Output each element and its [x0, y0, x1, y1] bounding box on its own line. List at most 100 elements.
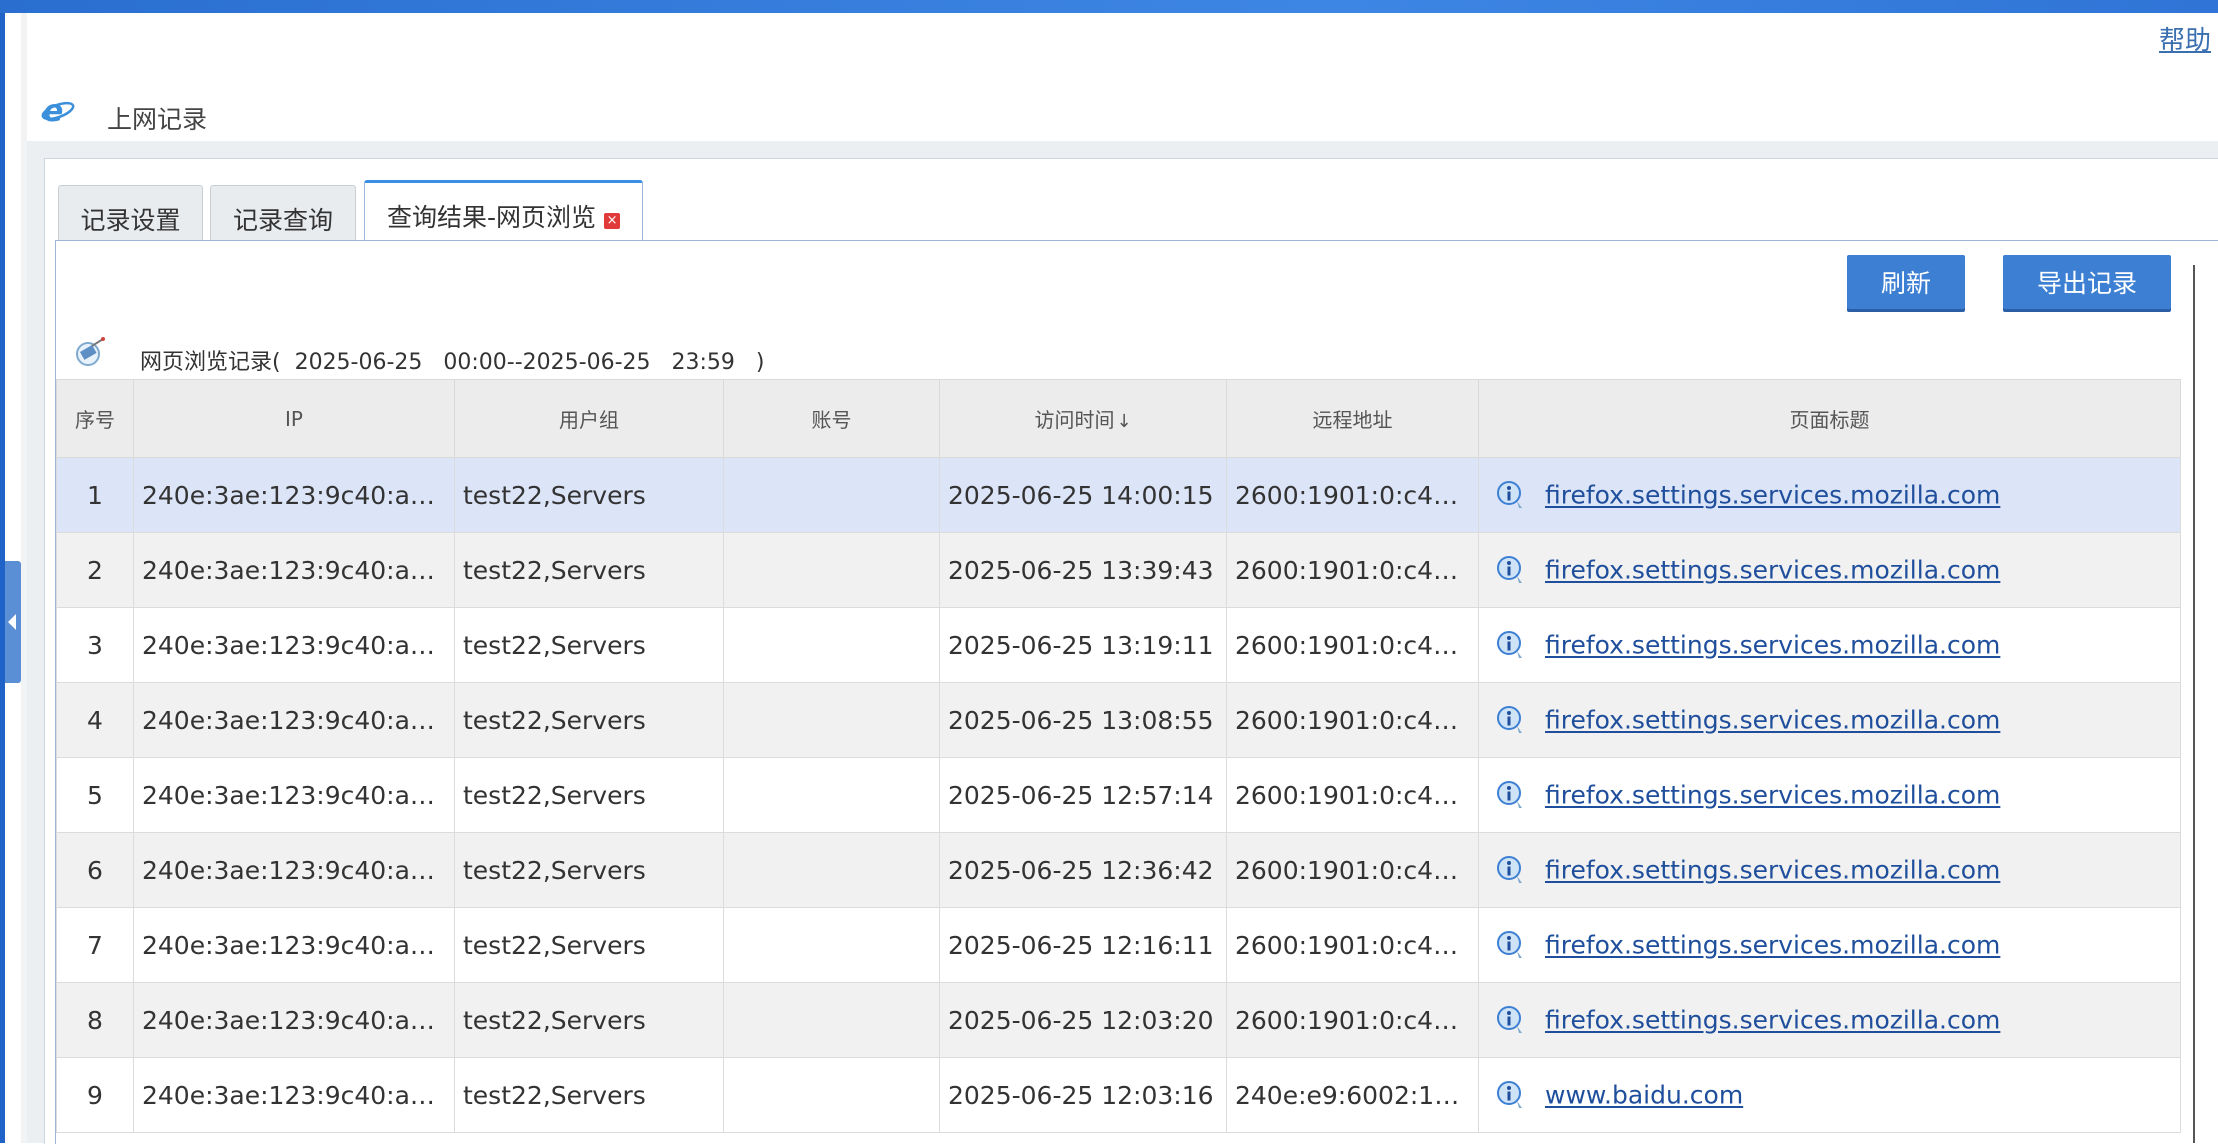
page-title-link[interactable]: firefox.settings.services.mozilla.com — [1545, 631, 2000, 660]
page-title-link[interactable]: firefox.settings.services.mozilla.com — [1545, 856, 2000, 885]
ie-icon: e — [41, 95, 75, 125]
cell-visit-time: 2025-06-25 12:16:11 — [939, 907, 1227, 983]
cell-account — [723, 1057, 940, 1133]
cell-remote-address: 2600:1901:0:c47c::... — [1226, 832, 1479, 908]
records-table: 序号 IP 用户组 账号 访问时间 ↓ 远程地址 页面标题 1 240e:3ae:1… — [56, 379, 2181, 1133]
tab-label: 记录设置 — [80, 206, 181, 235]
tab-query-result-web[interactable]: 查询结果-网页浏览 × — [364, 180, 643, 240]
page-title-link[interactable]: firefox.settings.services.mozilla.com — [1545, 931, 2000, 960]
window-top-bar — [0, 0, 2218, 13]
cell-account — [723, 832, 940, 908]
cell-remote-address: 240e:e9:6002:1ac:0... — [1226, 1057, 1479, 1133]
table-row[interactable]: 7240e:3ae:123:9c40:a04f:921test22,Server… — [56, 907, 2181, 983]
cell-account — [723, 682, 940, 758]
export-records-button[interactable]: 导出记录 — [2003, 255, 2171, 309]
info-icon — [1497, 856, 1522, 883]
cell-remote-address: 2600:1901:0:c47c::... — [1226, 457, 1479, 533]
sort-down-icon: ↓ — [1116, 411, 1132, 432]
table-row[interactable]: 3240e:3ae:123:9c40:a04f:921test22,Server… — [56, 607, 2181, 683]
column-header-visit-time[interactable]: 访问时间 ↓ — [939, 379, 1227, 458]
cell-ip: 240e:3ae:123:9c40:a04f:921 — [133, 1057, 455, 1133]
cell-account — [723, 757, 940, 833]
column-header-account[interactable]: 账号 — [723, 379, 940, 458]
help-link[interactable]: 帮助 — [2159, 20, 2211, 57]
info-icon — [1497, 1006, 1522, 1033]
table-row[interactable]: 8240e:3ae:123:9c40:a04f:921test22,Server… — [56, 982, 2181, 1058]
sidebar-collapse-handle[interactable] — [5, 561, 21, 683]
cell-page-title: firefox.settings.services.mozilla.com — [1478, 682, 2181, 758]
cell-ip: 240e:3ae:123:9c40:a04f:921 — [133, 607, 455, 683]
cell-ip: 240e:3ae:123:9c40:a04f:921 — [133, 457, 455, 533]
cell-ip: 240e:3ae:123:9c40:a04f:921 — [133, 832, 455, 908]
cell-remote-address: 2600:1901:0:c47c::... — [1226, 532, 1479, 608]
table-row[interactable]: 4240e:3ae:123:9c40:a04f:921test22,Server… — [56, 682, 2181, 758]
cell-user-group: test22,Servers — [454, 832, 724, 908]
table-row[interactable]: 5240e:3ae:123:9c40:a04f:921test22,Server… — [56, 757, 2181, 833]
page-title-link[interactable]: firefox.settings.services.mozilla.com — [1545, 1006, 2000, 1035]
cell-index: 4 — [56, 682, 134, 758]
cell-user-group: test22,Servers — [454, 757, 724, 833]
cell-page-title: firefox.settings.services.mozilla.com — [1478, 907, 2181, 983]
page-title-link[interactable]: firefox.settings.services.mozilla.com — [1545, 481, 2000, 510]
column-header-user-group[interactable]: 用户组 — [454, 379, 724, 458]
page-title-link[interactable]: www.baidu.com — [1545, 1081, 1743, 1110]
cell-index: 3 — [56, 607, 134, 683]
page-title-link[interactable]: firefox.settings.services.mozilla.com — [1545, 556, 2000, 585]
cell-remote-address: 2600:1901:0:c47c::... — [1226, 757, 1479, 833]
cell-account — [723, 457, 940, 533]
cell-user-group: test22,Servers — [454, 1057, 724, 1133]
cell-page-title: firefox.settings.services.mozilla.com — [1478, 832, 2181, 908]
vertical-scrollbar[interactable] — [2193, 265, 2195, 1143]
table-row[interactable]: 9240e:3ae:123:9c40:a04f:921test22,Server… — [56, 1057, 2181, 1133]
cell-account — [723, 982, 940, 1058]
tab-label: 查询结果-网页浏览 — [386, 203, 597, 232]
info-icon — [1497, 781, 1522, 808]
cell-index: 5 — [56, 757, 134, 833]
table-row[interactable]: 6240e:3ae:123:9c40:a04f:921test22,Server… — [56, 832, 2181, 908]
info-icon — [1497, 1081, 1522, 1108]
page-title-link[interactable]: firefox.settings.services.mozilla.com — [1545, 781, 2000, 810]
close-icon[interactable]: × — [604, 213, 621, 229]
cell-index: 7 — [56, 907, 134, 983]
cell-ip: 240e:3ae:123:9c40:a04f:921 — [133, 907, 455, 983]
cell-visit-time: 2025-06-25 12:57:14 — [939, 757, 1227, 833]
column-header-ip[interactable]: IP — [133, 379, 455, 458]
info-icon — [1497, 631, 1522, 658]
info-icon — [1497, 556, 1522, 583]
page-title-link[interactable]: firefox.settings.services.mozilla.com — [1545, 706, 2000, 735]
cell-page-title: firefox.settings.services.mozilla.com — [1478, 532, 2181, 608]
cell-account — [723, 607, 940, 683]
cell-index: 8 — [56, 982, 134, 1058]
cell-index: 6 — [56, 832, 134, 908]
table-header-row: 序号 IP 用户组 账号 访问时间 ↓ 远程地址 页面标题 — [56, 379, 2181, 458]
page-title: 上网记录 — [107, 105, 208, 134]
column-header-label: 访问时间 — [1034, 408, 1115, 432]
column-header-page-title[interactable]: 页面标题 — [1478, 379, 2181, 458]
cell-user-group: test22,Servers — [454, 532, 724, 608]
cell-remote-address: 2600:1901:0:c47c::... — [1226, 982, 1479, 1058]
satellite-icon — [76, 337, 105, 366]
cell-visit-time: 2025-06-25 14:00:15 — [939, 457, 1227, 533]
page-header: e 上网记录 — [27, 85, 2218, 141]
info-icon — [1497, 706, 1522, 733]
table-row[interactable]: 2240e:3ae:123:9c40:a04f:921test22,Server… — [56, 532, 2181, 608]
tab-record-settings[interactable]: 记录设置 — [58, 185, 203, 241]
cell-visit-time: 2025-06-25 12:03:20 — [939, 982, 1227, 1058]
tab-label: 记录查询 — [232, 206, 333, 235]
record-caption: 网页浏览记录( 2025-06-25 00:00--2025-06-25 23:… — [140, 350, 765, 375]
cell-user-group: test22,Servers — [454, 982, 724, 1058]
cell-visit-time: 2025-06-25 12:36:42 — [939, 832, 1227, 908]
cell-ip: 240e:3ae:123:9c40:a04f:921 — [133, 757, 455, 833]
column-header-index[interactable]: 序号 — [56, 379, 134, 458]
column-header-remote-address[interactable]: 远程地址 — [1226, 379, 1479, 458]
cell-remote-address: 2600:1901:0:c47c::... — [1226, 907, 1479, 983]
tab-record-query[interactable]: 记录查询 — [210, 185, 356, 241]
cell-visit-time: 2025-06-25 13:08:55 — [939, 682, 1227, 758]
chevron-left-icon — [8, 614, 16, 630]
cell-account — [723, 532, 940, 608]
cell-page-title: firefox.settings.services.mozilla.com — [1478, 607, 2181, 683]
cell-ip: 240e:3ae:123:9c40:a04f:921 — [133, 532, 455, 608]
table-row[interactable]: 1240e:3ae:123:9c40:a04f:921test22,Server… — [56, 457, 2181, 533]
cell-page-title: firefox.settings.services.mozilla.com — [1478, 757, 2181, 833]
refresh-button[interactable]: 刷新 — [1847, 255, 1965, 309]
